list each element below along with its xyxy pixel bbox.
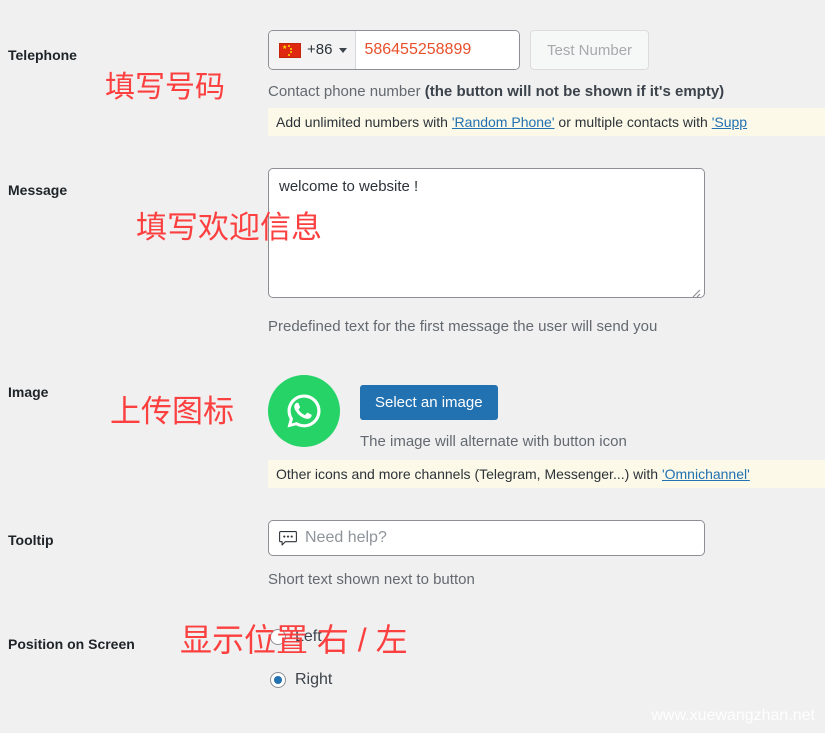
flag-star-large: ★	[282, 45, 288, 51]
random-phone-link[interactable]: 'Random Phone'	[452, 114, 555, 130]
image-controls: Select an image The image will alternate…	[360, 375, 627, 452]
whatsapp-icon	[268, 375, 340, 447]
message-textarea-wrap: welcome to website !	[268, 168, 705, 303]
tooltip-input-value: Need help?	[305, 529, 387, 546]
image-notice: Other icons and more channels (Telegram,…	[268, 460, 825, 488]
position-option-left[interactable]: Left	[270, 628, 332, 646]
telephone-annotation: 填写号码	[105, 71, 225, 104]
tooltip-input-box[interactable]: Need help?	[268, 520, 705, 556]
telephone-description: Contact phone number (the button will no…	[268, 82, 825, 102]
phone-input-group: ★ +86 Test Number	[268, 30, 825, 70]
position-label: Position on Screen	[8, 636, 135, 652]
flag-star-small-1	[288, 44, 290, 47]
radio-right-label: Right	[295, 671, 333, 688]
telephone-notice-before: Add unlimited numbers with	[276, 114, 452, 130]
image-label: Image	[8, 384, 49, 400]
test-number-button[interactable]: Test Number	[530, 30, 650, 70]
support-agents-link[interactable]: 'Supp	[712, 114, 747, 130]
tooltip-description: Short text shown next to button	[268, 571, 475, 588]
settings-form-page: Telephone ★ +86 586455258899 Test Number…	[0, 0, 825, 733]
image-annotation: 上传图标	[110, 394, 234, 429]
image-description: The image will alternate with button ico…	[360, 433, 627, 450]
select-image-button[interactable]: Select an image	[360, 385, 498, 420]
telephone-field: ★ +86 Test Number Contact phone number (	[268, 30, 825, 136]
telephone-notice: Add unlimited numbers with 'Random Phone…	[268, 108, 825, 136]
country-code-select[interactable]: ★ +86	[269, 31, 357, 69]
tooltip-label: Tooltip	[8, 532, 54, 548]
flag-star-small-4	[288, 53, 290, 56]
phone-number-input[interactable]	[356, 31, 519, 69]
radio-left[interactable]	[270, 629, 286, 645]
message-label: Message	[8, 182, 68, 198]
telephone-label: Telephone	[8, 47, 77, 63]
tooltip-field: Need help? Short text shown next to butt…	[268, 520, 705, 590]
telephone-description-text: Contact phone number	[268, 83, 425, 100]
image-field: Select an image The image will alternate…	[268, 375, 825, 488]
speech-bubble-icon	[279, 530, 297, 546]
phone-box: ★ +86	[268, 30, 520, 70]
chevron-down-icon	[339, 47, 348, 53]
image-notice-before: Other icons and more channels (Telegram,…	[276, 466, 662, 482]
message-field: welcome to website ! Predefined text for…	[268, 168, 705, 337]
dial-code-value: +86	[307, 41, 333, 58]
image-preview-row: Select an image The image will alternate…	[268, 375, 825, 452]
message-textarea[interactable]: welcome to website !	[268, 168, 705, 298]
telephone-notice-middle: or multiple contacts with	[554, 114, 712, 130]
telephone-description-bold: (the button will not be shown if it's em…	[424, 83, 725, 100]
china-flag-icon: ★	[279, 42, 301, 58]
position-field: Left Right	[270, 628, 332, 689]
radio-right[interactable]	[270, 672, 286, 688]
message-description: Predefined text for the first message th…	[268, 318, 658, 335]
omnichannel-link[interactable]: 'Omnichannel'	[662, 466, 750, 482]
position-option-right[interactable]: Right	[270, 671, 332, 689]
radio-left-label: Left	[295, 628, 322, 645]
site-watermark: www.xuewangzhan.net	[651, 707, 815, 724]
flag-star-small-3	[290, 51, 292, 53]
flag-star-small-2	[290, 47, 292, 50]
